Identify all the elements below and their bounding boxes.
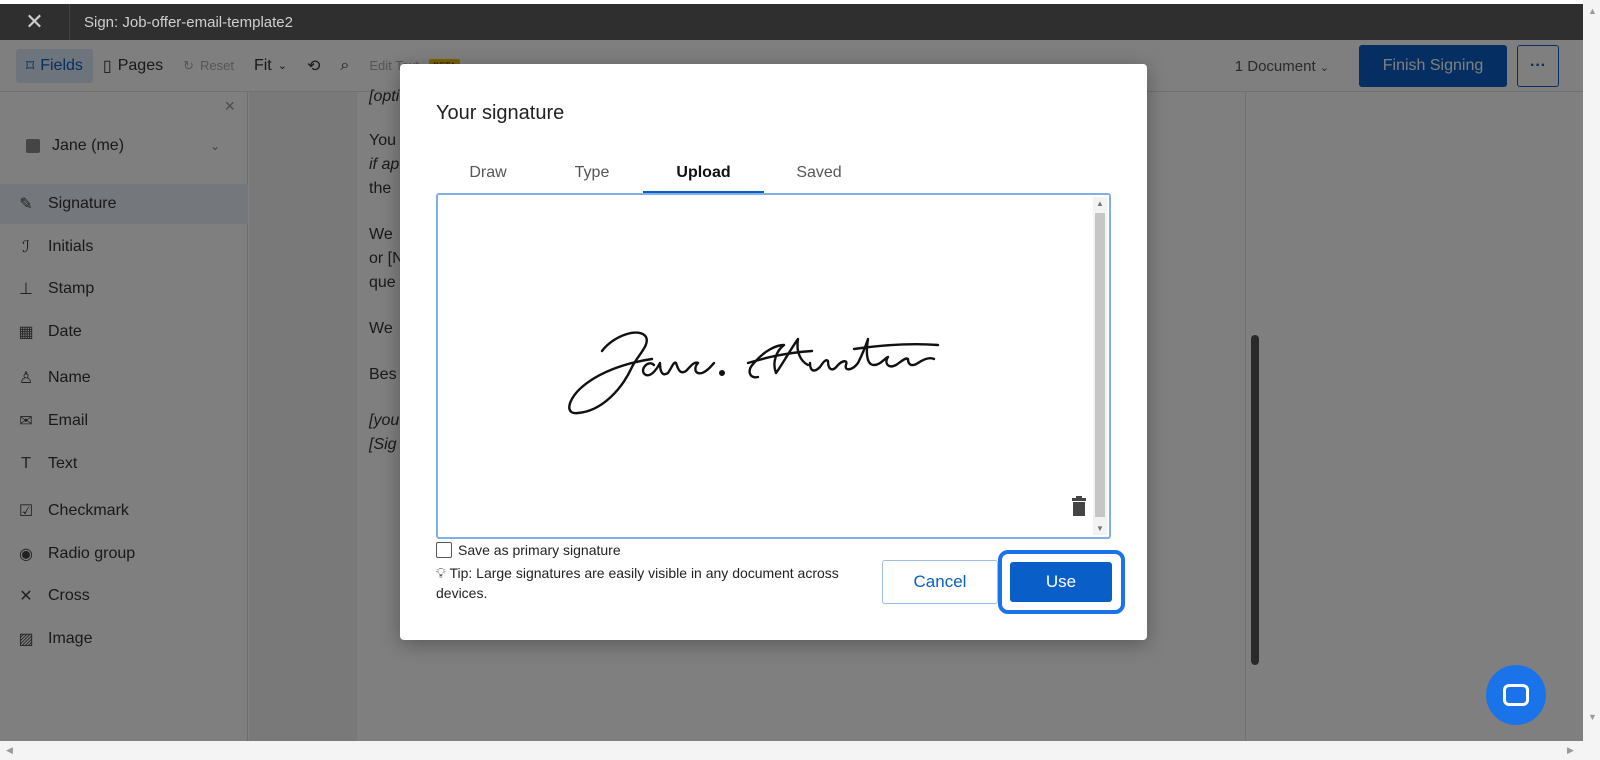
scrollbar-thumb[interactable] (1095, 213, 1105, 517)
signature-image (568, 331, 940, 415)
window-horizontal-scrollbar[interactable]: ◀ ▶ (0, 741, 1600, 760)
signature-upload-area[interactable]: ▲ ▼ (436, 193, 1111, 539)
scroll-left-icon[interactable]: ◀ (6, 745, 13, 756)
title-bar: ✕ Sign: Job-offer-email-template2 (0, 4, 1583, 40)
save-primary-label: Save as primary signature (458, 542, 621, 558)
save-primary-row[interactable]: Save as primary signature (436, 542, 621, 558)
chat-icon (1503, 684, 1529, 706)
scroll-down-icon[interactable]: ▼ (1096, 524, 1104, 533)
signature-dialog: Your signature Draw Type Upload Saved ▲ … (400, 64, 1147, 640)
tip-text: 💡︎ Tip: Large signatures are easily visi… (436, 563, 856, 603)
upload-scrollbar[interactable]: ▲ ▼ (1093, 197, 1107, 535)
tip-label: Tip: Large signatures are easily visible… (436, 565, 839, 601)
app-window: ✕ Sign: Job-offer-email-template2 ⌑ Fiel… (0, 0, 1583, 741)
window-title: Sign: Job-offer-email-template2 (84, 13, 293, 31)
tab-type[interactable]: Type (540, 154, 644, 192)
signature-tabs: Draw Type Upload Saved (436, 154, 1110, 194)
cancel-button[interactable]: Cancel (882, 560, 998, 604)
scroll-up-icon[interactable]: ▲ (1588, 6, 1597, 16)
close-icon[interactable]: ✕ (0, 4, 70, 40)
tab-saved[interactable]: Saved (764, 154, 874, 192)
lightbulb-icon: 💡︎ (436, 565, 446, 581)
tab-upload[interactable]: Upload (643, 154, 764, 194)
dialog-title: Your signature (436, 102, 565, 124)
scroll-right-icon[interactable]: ▶ (1567, 745, 1574, 756)
trash-icon[interactable] (1071, 496, 1087, 521)
save-primary-checkbox[interactable] (436, 542, 452, 558)
scroll-up-icon[interactable]: ▲ (1096, 199, 1104, 208)
tab-draw[interactable]: Draw (436, 154, 540, 192)
window-vertical-scrollbar[interactable]: ▲ ▼ (1583, 0, 1600, 741)
scroll-down-icon[interactable]: ▼ (1588, 712, 1597, 722)
use-button[interactable]: Use (1010, 562, 1112, 602)
chat-button[interactable] (1486, 665, 1546, 725)
use-button-highlight: Use (998, 550, 1125, 614)
